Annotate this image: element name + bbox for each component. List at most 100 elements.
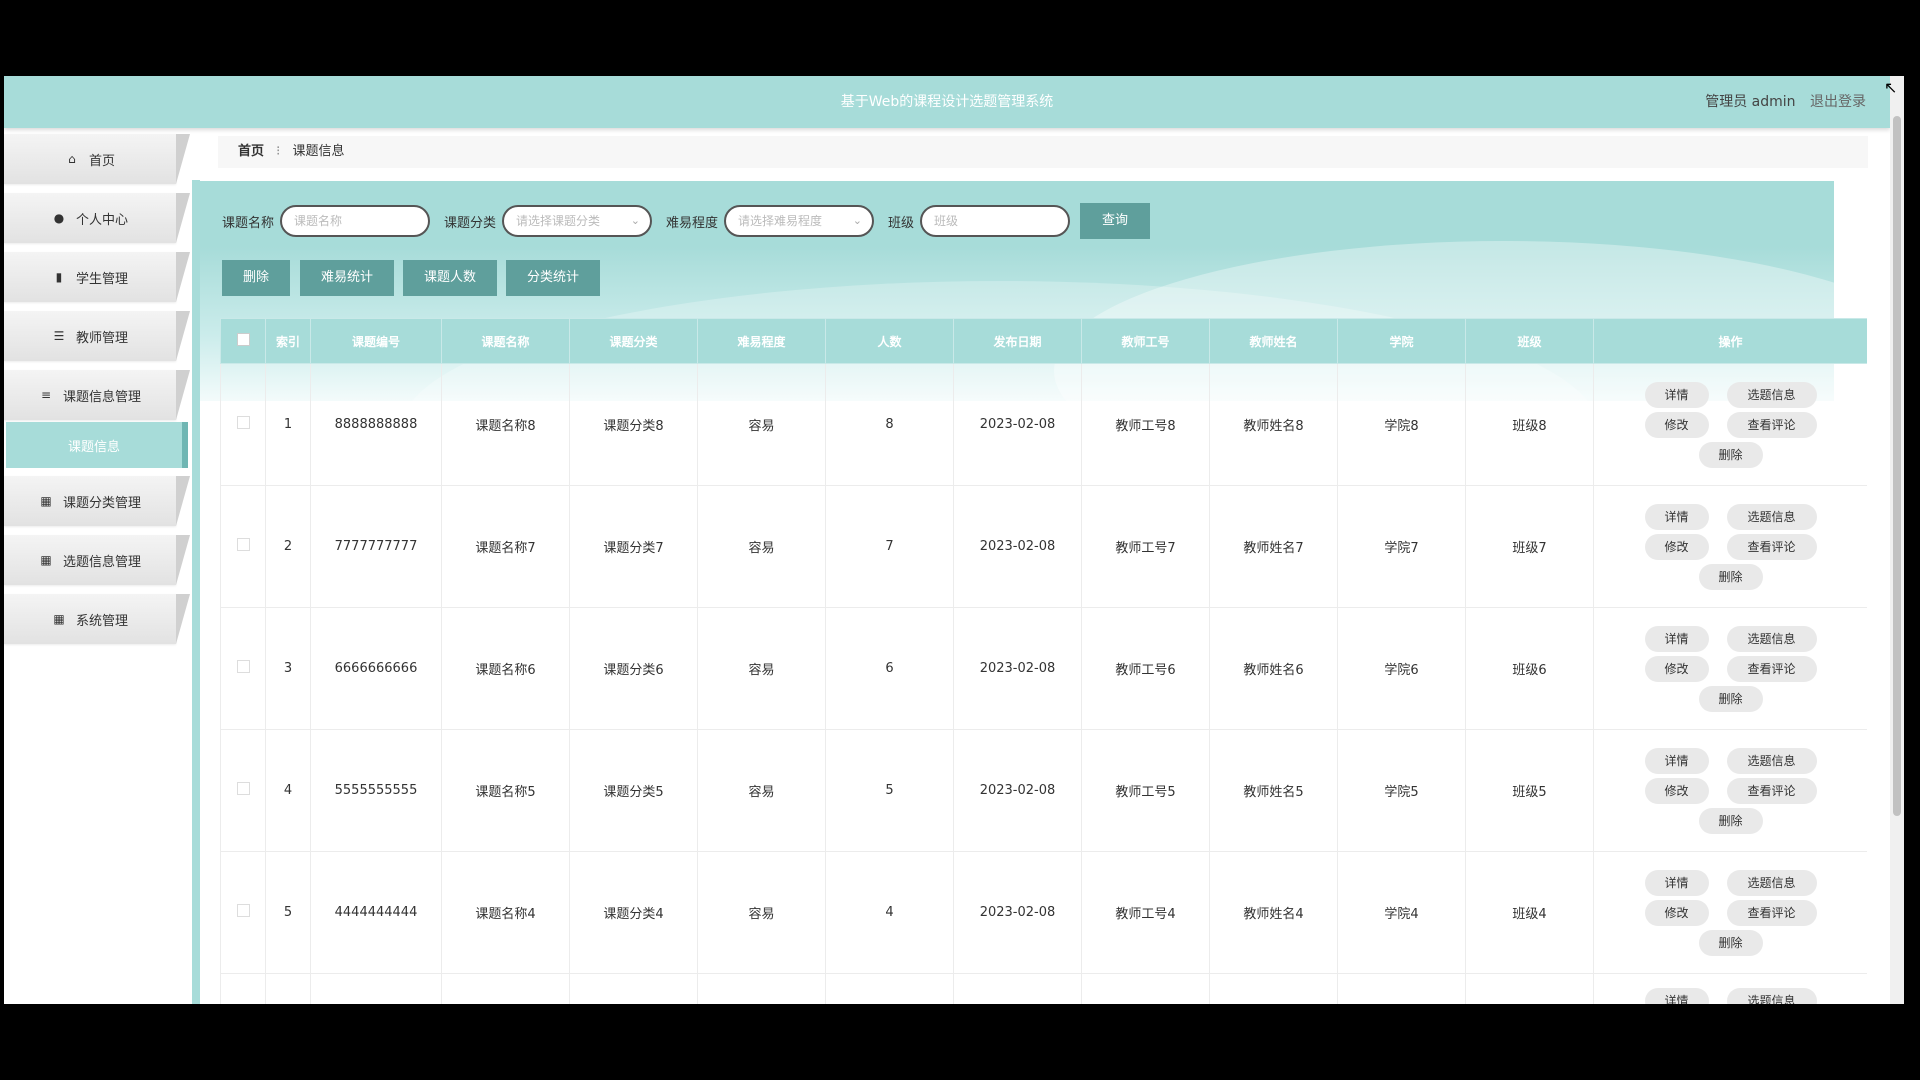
selection-info-button[interactable]: 选题信息 <box>1726 747 1817 774</box>
detail-button[interactable]: 详情 <box>1644 625 1709 652</box>
cell-teacher-id: 教师工号6 <box>1081 607 1210 730</box>
mouse-cursor-icon: ↖ <box>1884 78 1898 97</box>
edit-button[interactable]: 修改 <box>1644 777 1709 804</box>
search-name-label: 课题名称 <box>222 215 275 231</box>
header-select-all[interactable] <box>220 318 266 364</box>
selection-info-button[interactable]: 选题信息 <box>1726 503 1817 530</box>
delete-button[interactable]: 删除 <box>1698 807 1763 834</box>
row-checkbox-cell[interactable] <box>220 973 266 1004</box>
batch-delete-button[interactable]: 删除 <box>222 260 290 296</box>
view-comments-button[interactable]: 查看评论 <box>1726 533 1817 560</box>
search-difficulty-label: 难易程度 <box>666 215 719 231</box>
row-checkbox[interactable] <box>236 538 250 551</box>
row-checkbox-cell[interactable] <box>220 729 266 852</box>
row-checkbox[interactable] <box>236 782 250 795</box>
sidebar-item-label: 教师管理 <box>75 330 128 346</box>
view-comments-button[interactable]: 查看评论 <box>1726 655 1817 682</box>
cell-count: 8 <box>825 363 954 486</box>
delete-button[interactable]: 删除 <box>1698 685 1763 712</box>
selection-info-button[interactable]: 选题信息 <box>1726 869 1817 896</box>
scrollbar-thumb[interactable] <box>1893 116 1901 816</box>
sidebar-item-teacher-management[interactable]: ☰ 教师管理 <box>4 311 192 361</box>
cell-class: 班级8 <box>1465 363 1594 486</box>
app-screen: 基于Web的课程设计选题管理系统 管理员 admin 退出登录 ⌂ 首页 ● 个人中… <box>4 76 1894 1004</box>
sidebar-item-personal-center[interactable]: ● 个人中心 <box>4 193 192 243</box>
row-checkbox[interactable] <box>236 660 250 673</box>
category-stats-button[interactable]: 分类统计 <box>506 260 600 296</box>
cell-difficulty: 容易 <box>697 363 826 486</box>
selection-info-button[interactable]: 选题信息 <box>1726 625 1817 652</box>
search-name-field: 课题名称 课题名称 <box>222 203 431 239</box>
cell-index: 4 <box>265 729 311 852</box>
query-button[interactable]: 查询 <box>1080 203 1150 239</box>
search-category-field: 课题分类 请选择课题分类 ⌄ <box>444 203 653 239</box>
cell-topic-category: 课题分类6 <box>569 607 698 730</box>
detail-button[interactable]: 详情 <box>1644 747 1709 774</box>
row-checkbox-cell[interactable] <box>220 485 266 608</box>
row-checkbox[interactable] <box>236 904 250 917</box>
cell-teacher-name: 教师姓名8 <box>1209 363 1338 486</box>
header-topic-number: 课题编号 <box>310 318 442 364</box>
cell-teacher-id: 教师工号5 <box>1081 729 1210 852</box>
cell-class: 班级6 <box>1465 607 1594 730</box>
table-row: 3 6666666666 课题名称6 课题分类6 容易 6 2023-02-08… <box>220 607 1867 730</box>
table-row: 1 8888888888 课题名称8 课题分类8 容易 8 2023-02-08… <box>220 363 1867 486</box>
cell-operations: 详情 选题信息 修改 查看评论 删除 <box>1593 485 1867 608</box>
delete-button[interactable]: 删除 <box>1698 441 1763 468</box>
difficulty-select[interactable]: 请选择难易程度 ⌄ <box>724 205 875 237</box>
delete-button[interactable]: 删除 <box>1698 563 1763 590</box>
sidebar-item-topic-category-management[interactable]: ▦ 课题分类管理 <box>4 476 192 526</box>
edit-button[interactable]: 修改 <box>1644 411 1709 438</box>
difficulty-stats-button[interactable]: 难易统计 <box>300 260 394 296</box>
topic-category-placeholder: 请选择课题分类 <box>516 214 601 228</box>
header-operations: 操作 <box>1593 318 1867 364</box>
view-comments-button[interactable]: 查看评论 <box>1726 777 1817 804</box>
edit-button[interactable]: 修改 <box>1644 533 1709 560</box>
class-input[interactable]: 班级 <box>920 205 1071 237</box>
top-bar: 基于Web的课程设计选题管理系统 管理员 admin 退出登录 <box>4 76 1890 128</box>
cell-topic-category: 课题分类8 <box>569 363 698 486</box>
sidebar-subitem-topic-info[interactable]: 课题信息 <box>6 422 188 468</box>
row-checkbox-cell[interactable] <box>220 607 266 730</box>
edit-button[interactable]: 修改 <box>1644 899 1709 926</box>
row-checkbox[interactable] <box>236 416 250 429</box>
detail-button[interactable]: 详情 <box>1644 381 1709 408</box>
cell-topic-number: 7777777777 <box>310 485 442 608</box>
detail-button[interactable]: 详情 <box>1644 503 1709 530</box>
table-row: 5 4444444444 课题名称4 课题分类4 容易 4 2023-02-08… <box>220 851 1867 974</box>
view-comments-button[interactable]: 查看评论 <box>1726 411 1817 438</box>
cell-topic-name: 课题名称7 <box>441 485 570 608</box>
sidebar-item-student-management[interactable]: ▮ 学生管理 <box>4 252 192 302</box>
header-class: 班级 <box>1465 318 1594 364</box>
search-category-label: 课题分类 <box>444 215 497 231</box>
system-title: 基于Web的课程设计选题管理系统 <box>840 94 1054 110</box>
row-checkbox-cell[interactable] <box>220 363 266 486</box>
detail-button[interactable]: 详情 <box>1644 988 1709 1004</box>
sidebar-item-home[interactable]: ⌂ 首页 <box>4 134 192 184</box>
cell-topic-category: 课题分类4 <box>569 851 698 974</box>
cell-publish-date: 2023-02-08 <box>953 485 1082 608</box>
page-scrollbar[interactable] <box>1890 76 1904 1004</box>
topic-count-button[interactable]: 课题人数 <box>403 260 497 296</box>
edit-button[interactable]: 修改 <box>1644 655 1709 682</box>
cell-teacher-id: 教师工号7 <box>1081 485 1210 608</box>
cell-topic-number: 6666666666 <box>310 607 442 730</box>
row-checkbox-cell[interactable] <box>220 851 266 974</box>
sidebar-item-label: 个人中心 <box>75 212 128 228</box>
logout-link[interactable]: 退出登录 <box>1810 94 1866 110</box>
selection-info-button[interactable]: 选题信息 <box>1726 381 1817 408</box>
search-class-label: 班级 <box>888 215 915 231</box>
breadcrumb-home[interactable]: 首页 <box>238 144 264 159</box>
cell-difficulty: 容易 <box>697 851 826 974</box>
topic-name-input[interactable]: 课题名称 <box>280 205 431 237</box>
detail-button[interactable]: 详情 <box>1644 869 1709 896</box>
sidebar-item-system-management[interactable]: ▦ 系统管理 <box>4 594 192 644</box>
header-count: 人数 <box>825 318 954 364</box>
selection-info-button[interactable]: 选题信息 <box>1726 988 1817 1004</box>
view-comments-button[interactable]: 查看评论 <box>1726 899 1817 926</box>
delete-button[interactable]: 删除 <box>1698 929 1763 956</box>
topic-category-select[interactable]: 请选择课题分类 ⌄ <box>502 205 653 237</box>
sidebar-item-topic-info-management[interactable]: ≡ 课题信息管理 <box>4 370 192 420</box>
sidebar-item-selection-info-management[interactable]: ▦ 选题信息管理 <box>4 535 192 585</box>
select-all-checkbox[interactable] <box>236 333 250 346</box>
